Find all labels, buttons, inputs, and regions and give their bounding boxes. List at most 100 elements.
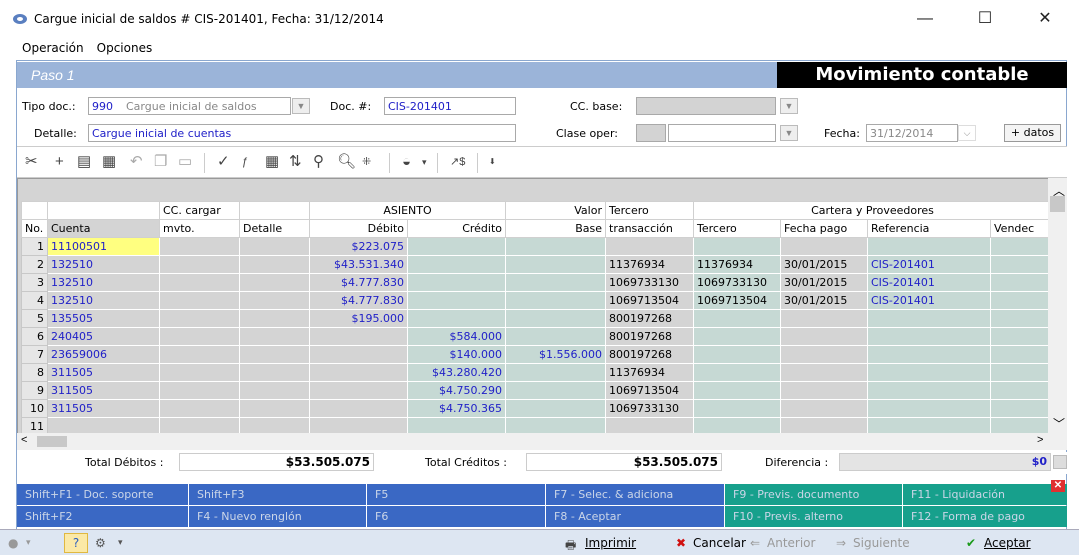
- tipo-doc-code-field[interactable]: 990: [88, 97, 124, 115]
- grid-cell[interactable]: 30/01/2015: [780, 291, 868, 310]
- fkey-shift-f1[interactable]: Shift+F1 - Doc. soporte: [17, 484, 188, 505]
- gear-icon[interactable]: ⚙: [95, 536, 106, 550]
- grid-cell[interactable]: 1069713504: [605, 291, 694, 310]
- fkey-f10[interactable]: F10 - Previs. alterno: [725, 506, 902, 527]
- grid-cell[interactable]: 311505: [47, 363, 160, 382]
- grid-cell[interactable]: [780, 345, 868, 364]
- scroll-down-icon[interactable]: ﹀: [1053, 415, 1065, 432]
- grid-cell[interactable]: [239, 309, 310, 328]
- grid-cell[interactable]: $4.777.830: [309, 291, 408, 310]
- grid-cell[interactable]: [505, 255, 606, 274]
- grid-cell[interactable]: [780, 381, 868, 400]
- mas-datos-button[interactable]: + datos: [1004, 124, 1061, 142]
- col-no[interactable]: No.: [21, 219, 48, 238]
- col-detalle[interactable]: Detalle: [239, 219, 310, 238]
- grid-cell[interactable]: [867, 309, 991, 328]
- fkey-shift-f3[interactable]: Shift+F3: [189, 484, 366, 505]
- currency-icon[interactable]: ↗$: [450, 154, 465, 170]
- fkey-f7[interactable]: F7 - Selec. & adiciona: [546, 484, 724, 505]
- grid-cell[interactable]: [239, 363, 310, 382]
- fkey-shift-f2[interactable]: Shift+F2: [17, 506, 188, 527]
- table-row[interactable]: 1 11100501 $223.075: [21, 237, 1052, 256]
- circle-icon[interactable]: ●: [8, 536, 18, 550]
- table-row[interactable]: 3 132510 $4.777.830 1069733130 1069733130 30/…: [21, 273, 1052, 292]
- close-button[interactable]: ✕: [1025, 8, 1065, 30]
- grid-cell[interactable]: 135505: [47, 309, 160, 328]
- grid-cell[interactable]: 311505: [47, 399, 160, 418]
- grid-cell[interactable]: 800197268: [605, 345, 694, 364]
- scroll-right-icon[interactable]: >: [1037, 434, 1043, 446]
- grid-cell[interactable]: 132510: [47, 255, 160, 274]
- grid-cell[interactable]: [407, 291, 506, 310]
- grid-cell[interactable]: [990, 345, 1052, 364]
- clase-oper-code-field[interactable]: [636, 124, 666, 142]
- grid-cell[interactable]: [159, 327, 240, 346]
- check-icon[interactable]: ✓: [217, 154, 230, 170]
- menu-operacion[interactable]: Operación: [0, 38, 91, 55]
- grid-cell[interactable]: [159, 273, 240, 292]
- grid-cell[interactable]: [239, 255, 310, 274]
- copy-icon[interactable]: ❐: [154, 154, 167, 170]
- fkey-f5[interactable]: F5: [367, 484, 545, 505]
- grid-cell[interactable]: [407, 309, 506, 328]
- export-dropdown-icon[interactable]: ▾: [422, 154, 427, 170]
- grid-cell[interactable]: [693, 345, 781, 364]
- grid-cell[interactable]: 11376934: [693, 255, 781, 274]
- table-row[interactable]: 2 132510 $43.531.340 11376934 11376934 30/01/…: [21, 255, 1052, 274]
- diferencia-icon[interactable]: [1053, 455, 1067, 469]
- grid-cell[interactable]: [780, 309, 868, 328]
- col-debito[interactable]: Débito: [309, 219, 408, 238]
- fkey-f9[interactable]: F9 - Previs. documento: [725, 484, 902, 505]
- grid-cell[interactable]: [309, 381, 408, 400]
- filter-icon[interactable]: ⚲: [313, 154, 324, 170]
- grid-cell[interactable]: [505, 399, 606, 418]
- grid-cell[interactable]: [505, 291, 606, 310]
- grid-cell[interactable]: [990, 327, 1052, 346]
- cancelar-button[interactable]: Cancelar: [693, 536, 746, 550]
- menu-opciones[interactable]: Opciones: [91, 38, 160, 55]
- grid-cell[interactable]: [605, 237, 694, 256]
- grid-cell[interactable]: [693, 309, 781, 328]
- vertical-scrollbar[interactable]: ︿ ﹀: [1048, 178, 1067, 450]
- doc-num-field[interactable]: CIS-201401: [384, 97, 516, 115]
- insert-row-icon[interactable]: ▤: [77, 154, 91, 170]
- col-base[interactable]: Base: [505, 219, 606, 238]
- grid-cell[interactable]: [693, 237, 781, 256]
- fkey-f11[interactable]: F11 - Liquidación: [903, 484, 1067, 505]
- fkey-f6[interactable]: F6: [367, 506, 545, 527]
- grid-cell[interactable]: [505, 363, 606, 382]
- col-tercero[interactable]: Tercero: [693, 219, 781, 238]
- cut-icon[interactable]: ✂: [25, 154, 38, 170]
- grid-cell[interactable]: [990, 363, 1052, 382]
- grid-cell[interactable]: [990, 255, 1052, 274]
- grid-cell[interactable]: CIS-201401: [867, 273, 991, 292]
- table-row[interactable]: 4 132510 $4.777.830 1069713504 1069713504 30/…: [21, 291, 1052, 310]
- grid-cell[interactable]: [867, 345, 991, 364]
- col-transaccion[interactable]: transacción: [605, 219, 694, 238]
- grid-cell[interactable]: [990, 381, 1052, 400]
- grid-cell[interactable]: [867, 237, 991, 256]
- grid-cell[interactable]: 1069713504: [605, 381, 694, 400]
- grid-cell[interactable]: [780, 363, 868, 382]
- grid-cell[interactable]: [693, 381, 781, 400]
- delete-row-icon[interactable]: ▦: [102, 154, 116, 170]
- grid-icon[interactable]: ▦: [265, 154, 279, 170]
- col-mvto[interactable]: mvto.: [159, 219, 240, 238]
- help-icon[interactable]: ?: [64, 533, 88, 553]
- grid-cell[interactable]: 30/01/2015: [780, 255, 868, 274]
- grid-cell[interactable]: $43.531.340: [309, 255, 408, 274]
- grid-cell[interactable]: [239, 291, 310, 310]
- grid-cell[interactable]: [990, 399, 1052, 418]
- table-row[interactable]: 7 23659006 $140.000 $1.556.000 800197268: [21, 345, 1052, 364]
- find-icon[interactable]: ⁜: [362, 154, 371, 170]
- grid-cell[interactable]: [239, 381, 310, 400]
- scroll-thumb[interactable]: [1050, 196, 1065, 212]
- grid-cell[interactable]: $584.000: [407, 327, 506, 346]
- anterior-button[interactable]: Anterior: [767, 536, 815, 550]
- grid-cell[interactable]: [239, 237, 310, 256]
- grid-cell[interactable]: [309, 399, 408, 418]
- grid-cell[interactable]: [867, 381, 991, 400]
- clase-oper-dropdown-icon[interactable]: ▼: [780, 125, 798, 141]
- cc-base-dropdown-icon[interactable]: ▼: [780, 98, 798, 114]
- table-row[interactable]: 10 311505 $4.750.365 1069733130: [21, 399, 1052, 418]
